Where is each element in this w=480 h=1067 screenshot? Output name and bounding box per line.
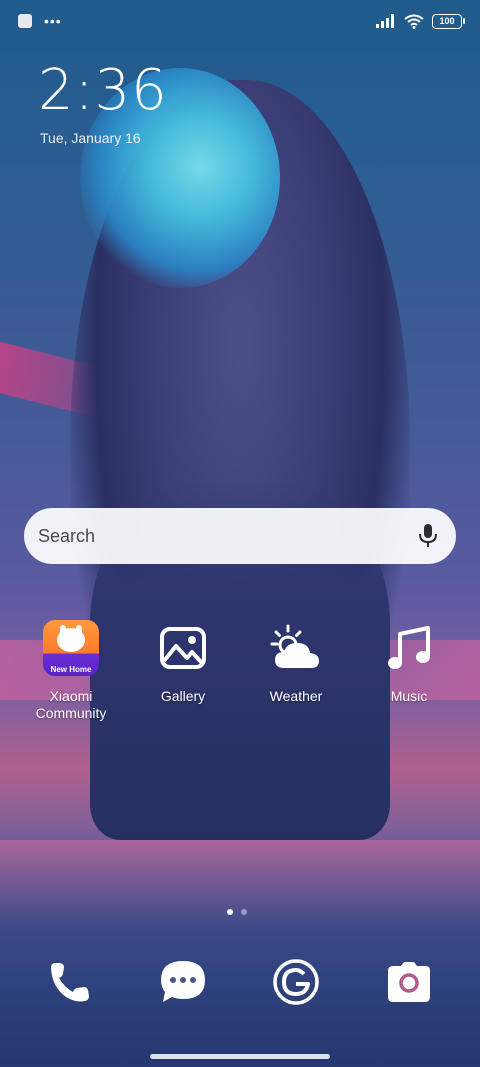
search-placeholder: Search [38,525,96,546]
page-dot-active [227,909,233,915]
app-weather-icon-wrap [268,620,324,676]
battery-icon: 100 [432,13,465,29]
status-bar-left: ••• [18,13,62,29]
wifi-icon [404,14,424,29]
message-icon [161,961,205,1002]
app-xiaomi-community-icon-wrap: New Home [43,620,99,676]
wallpaper-statue [70,80,410,840]
app-music[interactable]: Music [359,620,459,705]
app-label: Gallery [160,688,206,704]
home-screen: ••• 100 2:36 Tue, January 16 Search New … [0,0,480,1067]
wallpaper-accent [0,334,183,436]
battery-level: 100 [439,16,455,26]
app-music-icon-wrap [381,620,437,676]
notification-icon [18,14,32,28]
microphone-icon[interactable] [418,523,438,549]
status-bar-right: 100 [376,13,465,29]
google-icon [273,959,319,1005]
phone-icon [51,963,89,1002]
dock-camera[interactable] [385,958,433,1006]
dock-messages[interactable] [159,958,207,1006]
dock-phone[interactable] [46,958,94,1006]
music-icon [388,626,430,669]
camera-icon [388,962,430,1002]
app-label: Xiaomi Community [35,688,107,721]
app-weather[interactable]: Weather [246,620,346,705]
signal-icon [376,14,394,28]
home-indicator[interactable] [150,1054,330,1059]
dock-google[interactable] [272,958,320,1006]
app-gallery[interactable]: Gallery [133,620,233,705]
weather-icon [270,624,319,668]
app-xiaomi-community[interactable]: New Home Xiaomi Community [21,620,121,722]
xiaomi-community-icon: New Home [43,620,99,676]
icon-face [57,628,85,652]
app-label: Music [390,688,428,704]
app-badge: New Home [50,665,92,674]
more-notifications-icon: ••• [44,13,62,29]
app-label: Weather [269,688,323,704]
clock-time[interactable]: 2:36 [38,58,168,123]
page-indicator [227,909,247,915]
gallery-icon [160,627,206,669]
app-gallery-icon-wrap [155,620,211,676]
wallpaper-water [0,840,480,1067]
page-dot [241,909,247,915]
search-bar[interactable]: Search [24,508,456,564]
status-bar: ••• 100 [0,0,480,42]
clock-date[interactable]: Tue, January 16 [40,130,141,146]
